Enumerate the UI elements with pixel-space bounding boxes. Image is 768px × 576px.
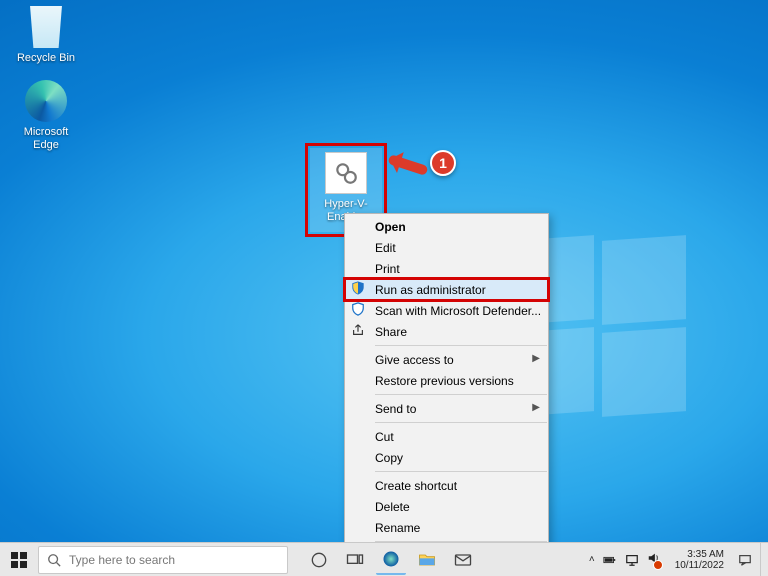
chevron-right-icon: ▶ bbox=[532, 402, 540, 413]
tray-network-icon[interactable] bbox=[625, 553, 639, 567]
tray-time: 3:35 AM bbox=[675, 549, 724, 560]
menu-item-run-as-administrator[interactable]: Run as administrator bbox=[345, 279, 548, 300]
menu-separator bbox=[375, 422, 547, 423]
system-tray: ˄ 3:35 AM 10/11/2022 bbox=[589, 543, 768, 576]
menu-item-copy[interactable]: Copy bbox=[345, 447, 548, 468]
menu-item-delete[interactable]: Delete bbox=[345, 496, 548, 517]
desktop-icon-recycle-bin[interactable]: Recycle Bin bbox=[10, 6, 82, 65]
share-icon bbox=[351, 323, 367, 339]
tray-volume-icon[interactable] bbox=[647, 551, 661, 568]
taskbar-task-view-button[interactable] bbox=[340, 545, 370, 575]
taskbar-pinned-apps bbox=[304, 545, 478, 575]
menu-item-scan-with-defender[interactable]: Scan with Microsoft Defender... bbox=[345, 300, 548, 321]
search-placeholder: Type here to search bbox=[69, 553, 175, 567]
tray-clock[interactable]: 3:35 AM 10/11/2022 bbox=[669, 549, 730, 571]
start-button[interactable] bbox=[0, 543, 38, 576]
menu-item-cut[interactable]: Cut bbox=[345, 426, 548, 447]
taskbar: Type here to search ˄ 3:35 AM 10/11/2022 bbox=[0, 542, 768, 576]
menu-separator bbox=[375, 394, 547, 395]
menu-item-open[interactable]: Open bbox=[345, 216, 548, 237]
chevron-right-icon: ▶ bbox=[532, 353, 540, 364]
menu-item-print[interactable]: Print bbox=[345, 258, 548, 279]
edge-label: Microsoft Edge bbox=[10, 126, 82, 152]
menu-separator bbox=[375, 345, 547, 346]
menu-separator bbox=[375, 471, 547, 472]
recycle-bin-icon bbox=[25, 6, 67, 48]
windows-logo-icon bbox=[11, 552, 27, 568]
menu-item-create-shortcut[interactable]: Create shortcut bbox=[345, 475, 548, 496]
uac-shield-icon bbox=[351, 281, 367, 297]
show-desktop-button[interactable] bbox=[760, 543, 766, 576]
annotation-arrow-1 bbox=[387, 154, 428, 176]
tray-battery-icon[interactable] bbox=[603, 553, 617, 567]
batch-file-icon bbox=[325, 152, 367, 194]
menu-item-rename[interactable]: Rename bbox=[345, 517, 548, 538]
search-icon bbox=[47, 553, 61, 567]
desktop-icon-microsoft-edge[interactable]: Microsoft Edge bbox=[10, 80, 82, 152]
tray-chevron-up-icon[interactable]: ˄ bbox=[589, 554, 595, 565]
menu-item-send-to[interactable]: Send to▶ bbox=[345, 398, 548, 419]
menu-item-edit[interactable]: Edit bbox=[345, 237, 548, 258]
context-menu: Open Edit Print Run as administrator Sca… bbox=[344, 213, 549, 569]
menu-item-restore-previous-versions[interactable]: Restore previous versions bbox=[345, 370, 548, 391]
search-box[interactable]: Type here to search bbox=[38, 546, 288, 574]
tray-action-center-icon[interactable] bbox=[738, 553, 752, 567]
taskbar-cortana-button[interactable] bbox=[304, 545, 334, 575]
taskbar-file-explorer-button[interactable] bbox=[412, 545, 442, 575]
taskbar-edge-button[interactable] bbox=[376, 545, 406, 575]
menu-item-share[interactable]: Share bbox=[345, 321, 548, 342]
edge-icon bbox=[25, 80, 67, 122]
annotation-badge-1: 1 bbox=[430, 150, 456, 176]
taskbar-mail-button[interactable] bbox=[448, 545, 478, 575]
defender-icon bbox=[351, 302, 367, 318]
recycle-bin-label: Recycle Bin bbox=[10, 52, 82, 65]
tray-date: 10/11/2022 bbox=[675, 560, 724, 571]
menu-item-give-access-to[interactable]: Give access to▶ bbox=[345, 349, 548, 370]
